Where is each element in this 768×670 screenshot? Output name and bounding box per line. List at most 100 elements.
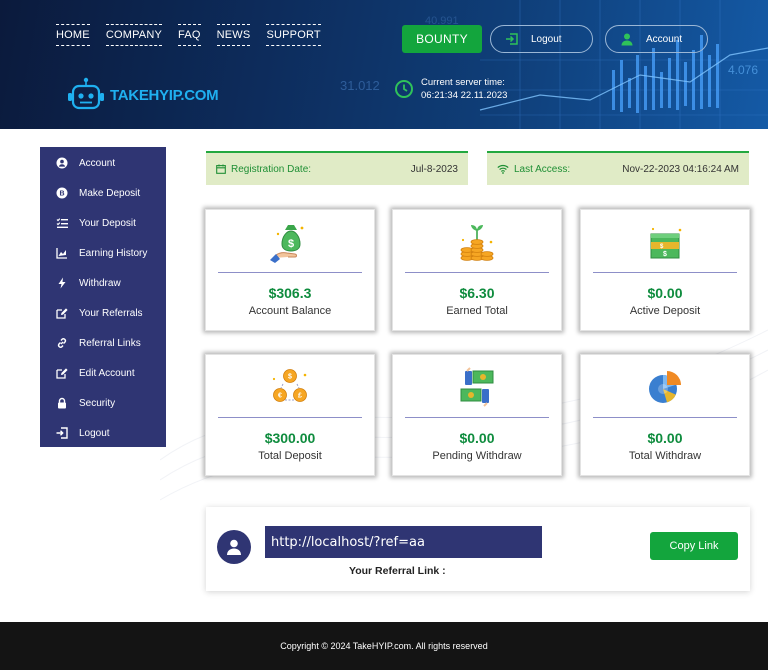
- sidebar-item-make-deposit[interactable]: B Make Deposit: [40, 178, 166, 208]
- card-label: Total Withdraw: [628, 450, 702, 462]
- stat-card-active-deposit: $ $ $0.00 Active Deposit: [580, 209, 750, 331]
- sidebar: Account B Make Deposit Your Deposit Earn…: [40, 147, 166, 447]
- edit-icon: [56, 367, 68, 379]
- server-time-label: Current server time:: [421, 77, 505, 88]
- clock-icon: [395, 80, 413, 98]
- edit-icon: [56, 307, 68, 319]
- card-amount: $6.30: [459, 285, 495, 301]
- nav-news[interactable]: NEWS: [216, 24, 251, 46]
- list-check-icon: [56, 217, 68, 229]
- sidebar-item-label: Security: [79, 397, 116, 409]
- stat-card-total-deposit: $ € £ $300.00 Total Deposit: [205, 354, 375, 476]
- sidebar-item-account[interactable]: Account: [40, 148, 166, 178]
- nav-support[interactable]: SUPPORT: [266, 24, 321, 46]
- logout-icon: [56, 427, 68, 439]
- last-access-bar: Last Access: Nov-22-2023 04:16:24 AM: [487, 151, 749, 185]
- bg-number: 31.012: [340, 78, 380, 93]
- chart-icon: [56, 247, 68, 259]
- bg-number: 4.076: [728, 63, 758, 77]
- coin-cycle-icon: $ € £: [206, 365, 374, 409]
- site-footer: Copyright © 2024 TakeHYIP.com. All right…: [0, 622, 768, 670]
- card-label: Active Deposit: [629, 305, 701, 317]
- referral-link-label: Your Referral Link :: [349, 565, 446, 577]
- logout-icon: [503, 30, 521, 48]
- sidebar-item-label: Account: [79, 157, 116, 169]
- logout-label: Logout: [531, 33, 562, 45]
- registration-value: Jul-8-2023: [410, 163, 458, 175]
- registration-date-bar: Registration Date: Jul-8-2023: [206, 151, 468, 185]
- lock-icon: [56, 397, 68, 409]
- sidebar-item-logout[interactable]: Logout: [40, 418, 166, 448]
- sidebar-item-label: Your Deposit: [79, 217, 136, 229]
- card-label: Total Deposit: [258, 450, 322, 462]
- sidebar-item-label: Earning History: [79, 247, 148, 259]
- sidebar-item-earning-history[interactable]: Earning History: [40, 238, 166, 268]
- card-divider: [218, 272, 362, 273]
- stat-card-account-balance: $ $306.3 Account Balance: [205, 209, 375, 331]
- referral-panel: http://localhost/?ref=aa Your Referral L…: [206, 507, 750, 591]
- money-exchange-icon: [393, 365, 561, 409]
- last-access-value: Nov-22-2023 04:16:24 AM: [622, 163, 739, 175]
- card-label: Account Balance: [248, 305, 332, 317]
- card-amount: $0.00: [647, 285, 683, 301]
- sidebar-item-label: Edit Account: [79, 367, 135, 379]
- sidebar-item-label: Make Deposit: [79, 187, 141, 199]
- user-circle-icon: [56, 157, 68, 169]
- last-access-label: Last Access:: [514, 163, 571, 175]
- referral-link-field[interactable]: http://localhost/?ref=aa: [265, 526, 542, 558]
- sidebar-item-referral-links[interactable]: Referral Links: [40, 328, 166, 358]
- card-divider: [405, 417, 549, 418]
- pie-chart-icon: [581, 365, 749, 409]
- server-time-value: 06:21:34 22.11.2023: [421, 90, 508, 101]
- sidebar-item-your-deposit[interactable]: Your Deposit: [40, 208, 166, 238]
- sidebar-item-your-referrals[interactable]: Your Referrals: [40, 298, 166, 328]
- stat-card-earned-total: $6.30 Earned Total: [392, 209, 562, 331]
- stat-card-total-withdraw: $0.00 Total Withdraw: [580, 354, 750, 476]
- logo-text: TAKEHYIP.COM: [110, 86, 219, 104]
- user-icon: [618, 30, 636, 48]
- coin-icon: B: [56, 187, 68, 199]
- card-divider: [593, 417, 737, 418]
- wifi-icon: [497, 164, 509, 174]
- link-icon: [56, 337, 68, 349]
- svg-text:B: B: [59, 191, 64, 198]
- sidebar-item-security[interactable]: Security: [40, 388, 166, 418]
- sidebar-item-label: Your Referrals: [79, 307, 143, 319]
- avatar: [217, 530, 251, 564]
- account-button[interactable]: Account: [605, 25, 708, 53]
- site-logo[interactable]: TAKEHYIP.COM: [66, 77, 219, 113]
- card-amount: $0.00: [647, 430, 683, 446]
- card-amount: $0.00: [459, 430, 495, 446]
- svg-text:€: €: [278, 393, 282, 400]
- sidebar-item-edit-account[interactable]: Edit Account: [40, 358, 166, 388]
- stat-card-pending-withdraw: $0.00 Pending Withdraw: [392, 354, 562, 476]
- sidebar-item-label: Withdraw: [79, 277, 121, 289]
- logout-button[interactable]: Logout: [490, 25, 593, 53]
- site-header: 31.012 40.991 4.076 HOME COMPANY FAQ NEW…: [0, 0, 768, 129]
- server-time: Current server time: 06:21:34 22.11.2023: [394, 76, 507, 102]
- cash-stack-icon: $ $: [581, 220, 749, 264]
- main-nav: HOME COMPANY FAQ NEWS SUPPORT: [56, 24, 337, 46]
- nav-home[interactable]: HOME: [56, 24, 90, 46]
- card-label: Earned Total: [446, 305, 508, 317]
- svg-text:$: $: [288, 374, 292, 381]
- copy-link-button[interactable]: Copy Link: [650, 532, 738, 560]
- card-divider: [593, 272, 737, 273]
- sidebar-item-label: Referral Links: [79, 337, 141, 349]
- sidebar-item-withdraw[interactable]: Withdraw: [40, 268, 166, 298]
- svg-text:$: $: [663, 251, 667, 258]
- user-icon: [227, 539, 241, 555]
- robot-logo-icon: [68, 77, 104, 110]
- coin-plants-icon: [393, 220, 561, 264]
- card-amount: $306.3: [268, 285, 312, 301]
- nav-company[interactable]: COMPANY: [105, 24, 163, 46]
- nav-faq[interactable]: FAQ: [178, 24, 201, 46]
- card-divider: [218, 417, 362, 418]
- sidebar-item-label: Logout: [79, 427, 110, 439]
- card-label: Pending Withdraw: [432, 450, 522, 462]
- registration-label: Registration Date:: [231, 163, 312, 175]
- bounty-button[interactable]: BOUNTY: [402, 25, 482, 53]
- card-divider: [405, 272, 549, 273]
- card-amount: $300.00: [264, 430, 316, 446]
- svg-text:$: $: [288, 238, 294, 250]
